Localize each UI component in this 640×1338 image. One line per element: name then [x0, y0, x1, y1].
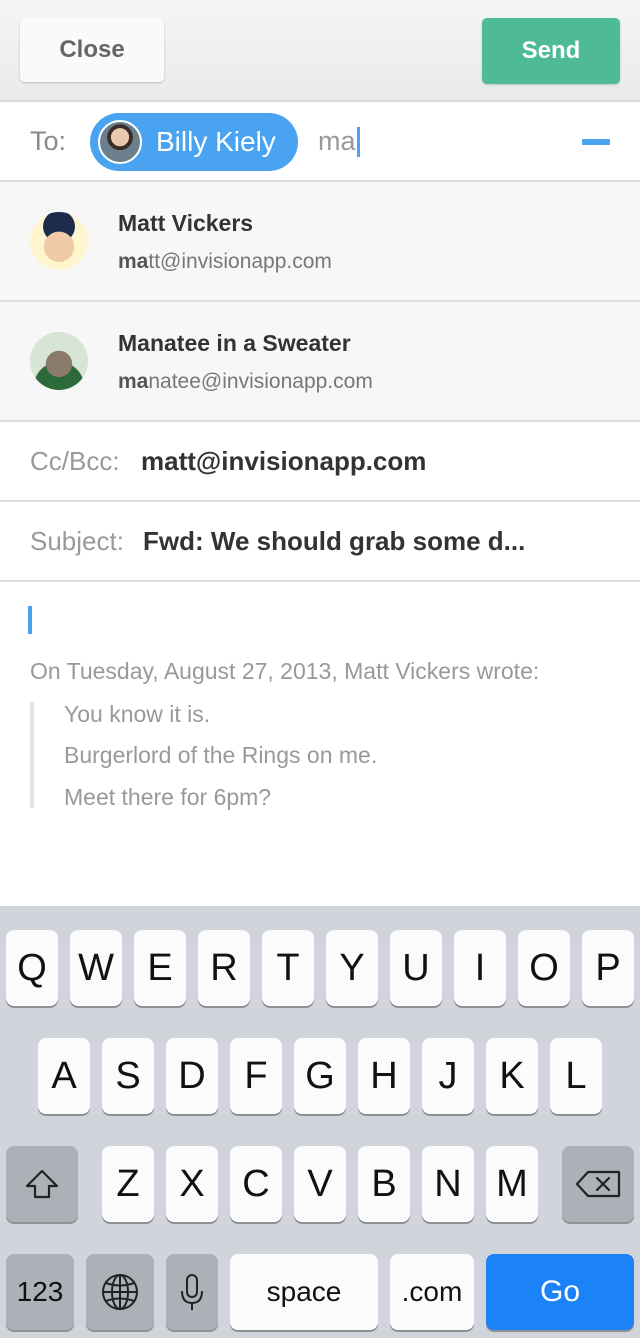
- key-n[interactable]: N: [422, 1146, 474, 1222]
- quote-bar: [30, 702, 34, 808]
- delete-icon: [575, 1170, 621, 1198]
- subject-field[interactable]: Subject: Fwd: We should grab some d...: [0, 502, 640, 582]
- key-i[interactable]: I: [454, 930, 506, 1006]
- key-s[interactable]: S: [102, 1038, 154, 1114]
- email-match: ma: [118, 250, 149, 273]
- recipient-chip-name: Billy Kiely: [156, 126, 276, 157]
- key-d[interactable]: D: [166, 1038, 218, 1114]
- quote-line: Meet there for 6pm?: [64, 784, 272, 810]
- numbers-key[interactable]: 123: [6, 1254, 74, 1330]
- email-rest: natee@invisionapp.com: [148, 370, 373, 393]
- go-key[interactable]: Go: [486, 1254, 634, 1330]
- text-cursor: [356, 126, 360, 157]
- key-t[interactable]: T: [262, 930, 314, 1006]
- contact-email: manatee@invisionapp.com: [118, 370, 373, 394]
- quote-line: Burgerlord of the Rings on me.: [64, 742, 378, 768]
- microphone-icon: [181, 1274, 203, 1310]
- key-m[interactable]: M: [486, 1146, 538, 1222]
- to-label: To:: [30, 126, 67, 156]
- key-e[interactable]: E: [134, 930, 186, 1006]
- cc-bcc-field[interactable]: Cc/Bcc: matt@invisionapp.com: [0, 422, 640, 502]
- key-f[interactable]: F: [230, 1038, 282, 1114]
- key-k[interactable]: K: [486, 1038, 538, 1114]
- to-field[interactable]: To: Billy Kiely ma: [0, 102, 640, 182]
- key-r[interactable]: R: [198, 930, 250, 1006]
- key-w[interactable]: W: [70, 930, 122, 1006]
- subject-label: Subject:: [30, 526, 124, 556]
- cc-bcc-label: Cc/Bcc:: [30, 446, 120, 476]
- key-g[interactable]: G: [294, 1038, 346, 1114]
- key-x[interactable]: X: [166, 1146, 218, 1222]
- avatar: [98, 120, 142, 164]
- shift-key[interactable]: [6, 1146, 78, 1222]
- recipient-chip[interactable]: Billy Kiely: [90, 113, 298, 171]
- quote-line: You know it is.: [64, 701, 211, 727]
- key-l[interactable]: L: [550, 1038, 602, 1114]
- contact-suggestion[interactable]: Manatee in a Sweater manatee@invisionapp…: [0, 302, 640, 422]
- contact-name: Manatee in a Sweater: [118, 330, 351, 356]
- send-button[interactable]: Send: [482, 18, 620, 84]
- globe-icon: [102, 1274, 138, 1310]
- key-j[interactable]: J: [422, 1038, 474, 1114]
- minus-icon[interactable]: [582, 139, 610, 145]
- key-h[interactable]: H: [358, 1038, 410, 1114]
- contact-name: Matt Vickers: [118, 210, 254, 236]
- to-input-text: ma: [318, 126, 356, 156]
- to-input[interactable]: ma: [318, 126, 360, 157]
- space-key[interactable]: space: [230, 1254, 378, 1330]
- key-b[interactable]: B: [358, 1146, 410, 1222]
- dotcom-key[interactable]: .com: [390, 1254, 474, 1330]
- key-z[interactable]: Z: [102, 1146, 154, 1222]
- delete-key[interactable]: [562, 1146, 634, 1222]
- key-q[interactable]: Q: [6, 930, 58, 1006]
- avatar: [30, 212, 88, 270]
- shift-icon: [25, 1169, 59, 1199]
- microphone-key[interactable]: [166, 1254, 218, 1330]
- close-button[interactable]: Close: [20, 18, 164, 82]
- key-v[interactable]: V: [294, 1146, 346, 1222]
- key-u[interactable]: U: [390, 930, 442, 1006]
- email-rest: tt@invisionapp.com: [148, 250, 332, 273]
- globe-key[interactable]: [86, 1254, 154, 1330]
- contact-email: matt@invisionapp.com: [118, 250, 332, 274]
- subject-value: Fwd: We should grab some d...: [143, 526, 526, 556]
- compose-header: Close Send: [0, 0, 640, 102]
- keyboard: Q W E R T Y U I O P A S D F G H J K L Z …: [0, 906, 640, 1338]
- quote-header: On Tuesday, August 27, 2013, Matt Vicker…: [30, 658, 540, 684]
- contact-suggestion[interactable]: Matt Vickers matt@invisionapp.com: [0, 182, 640, 302]
- key-o[interactable]: O: [518, 930, 570, 1006]
- key-c[interactable]: C: [230, 1146, 282, 1222]
- text-cursor: [28, 606, 32, 634]
- email-match: ma: [118, 370, 149, 393]
- key-y[interactable]: Y: [326, 930, 378, 1006]
- avatar: [30, 332, 88, 390]
- cc-bcc-value: matt@invisionapp.com: [141, 446, 427, 476]
- key-a[interactable]: A: [38, 1038, 90, 1114]
- key-p[interactable]: P: [582, 930, 634, 1006]
